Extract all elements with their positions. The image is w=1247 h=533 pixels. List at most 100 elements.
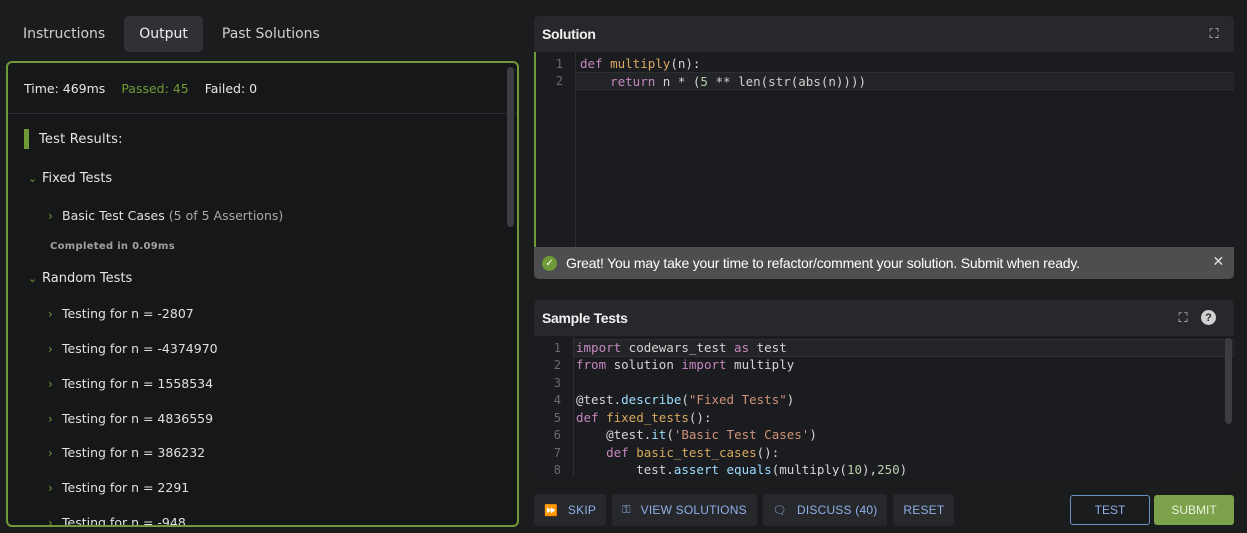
expand-icon[interactable]: ⛶: [1206, 26, 1222, 42]
test-stats: Time: 469ms Passed: 45 Failed: 0: [8, 63, 517, 114]
solution-header-icons: ⛶: [1206, 26, 1222, 42]
solution-header: Solution: [534, 16, 1234, 52]
code-line: def multiply(n):: [580, 56, 701, 71]
output-panel: Time: 469ms Passed: 45 Failed: 0 Test Re…: [6, 61, 519, 527]
chevron-right-icon: ›: [48, 515, 53, 527]
line-number: 1: [555, 57, 563, 71]
line-number: 2: [553, 358, 561, 372]
passed-stat: Passed: 45: [121, 80, 189, 96]
random-test-label: Testing for n = -4374970: [62, 341, 218, 356]
line-number: 6: [553, 428, 561, 442]
random-test-label: Testing for n = 1558534: [62, 376, 214, 391]
random-test-item[interactable]: › Testing for n = 1558534: [48, 376, 213, 391]
basic-test-cases-item[interactable]: › Basic Test Cases (5 of 5 Assertions): [48, 208, 283, 223]
reset-button[interactable]: RESET: [893, 494, 955, 526]
sample-tests-header: Sample Tests: [534, 300, 1234, 336]
check-circle-icon: ✓: [542, 255, 557, 271]
sample-tests-title: Sample Tests: [542, 310, 628, 326]
comments-icon: 🗨: [772, 504, 787, 517]
output-scrollbar[interactable]: [507, 67, 514, 227]
test-button[interactable]: TEST: [1070, 495, 1150, 525]
results-header-bar: [24, 129, 29, 149]
line-number: 7: [553, 446, 561, 460]
time-stat: Time: 469ms: [24, 80, 106, 96]
random-test-item[interactable]: › Testing for n = -2807: [48, 306, 194, 321]
discuss-button[interactable]: 🗨 DISCUSS (40): [762, 494, 888, 526]
sample-tests-header-icons: ⛶ ?: [1175, 310, 1216, 326]
success-banner: ✓ Great! You may take your time to refac…: [534, 247, 1234, 279]
tab-bar: Instructions Output Past Solutions: [8, 16, 335, 52]
line-number: 3: [553, 376, 561, 390]
app: Instructions Output Past Solutions Time:…: [0, 0, 1247, 533]
solution-panel: Solution ⛶ 1 2 def multiply(n): return n…: [534, 16, 1234, 279]
sample-tests-editor[interactable]: 1 2 3 4 5 6 7 8 import codewars_test as …: [534, 336, 1234, 476]
code-line: @test.describe("Fixed Tests"): [576, 392, 795, 407]
success-message: Great! You may take your time to refacto…: [566, 255, 1080, 271]
close-icon[interactable]: ✕: [1212, 253, 1224, 270]
code-line: from solution import multiply: [576, 357, 795, 372]
sample-tests-panel: Sample Tests ⛶ ? 1 2 3 4 5 6 7 8 import …: [534, 300, 1234, 476]
random-tests-label: Random Tests: [42, 271, 133, 286]
submit-button[interactable]: SUBMIT: [1154, 495, 1234, 525]
code-line: def basic_test_cases():: [606, 445, 780, 460]
unlock-icon: ⚿: [622, 503, 631, 516]
code-line: test.assert_equals(multiply(10),250): [576, 462, 908, 476]
line-number: 1: [553, 341, 561, 355]
random-test-item[interactable]: › Testing for n = 386232: [48, 445, 205, 460]
tab-past-solutions[interactable]: Past Solutions: [207, 16, 335, 52]
random-test-label: Testing for n = -2807: [62, 306, 194, 321]
help-icon[interactable]: ?: [1201, 310, 1216, 325]
random-test-item[interactable]: › Testing for n = 4836559: [48, 411, 213, 426]
chevron-down-icon: ⌄: [28, 272, 38, 285]
basic-test-cases-label: Basic Test Cases: [62, 208, 165, 223]
chevron-right-icon: ›: [48, 306, 53, 321]
tab-instructions[interactable]: Instructions: [8, 16, 120, 52]
line-number: 8: [553, 463, 561, 476]
line-number: 5: [553, 411, 561, 425]
solution-title: Solution: [542, 26, 596, 42]
code-line: def fixed_tests():: [576, 410, 712, 425]
solution-editor[interactable]: 1 2 def multiply(n): return n * (5 ** le…: [534, 52, 1234, 247]
completed-time: Completed in 0.09ms: [50, 241, 175, 252]
chevron-right-icon: ›: [48, 480, 53, 495]
fixed-tests-label: Fixed Tests: [42, 171, 113, 186]
test-results: Test Results: ⌄ Fixed Tests › Basic Test…: [8, 115, 503, 525]
code-line: @test.it('Basic Test Cases'): [576, 427, 817, 442]
random-test-label: Testing for n = 2291: [62, 480, 190, 495]
results-header: Test Results:: [24, 129, 123, 149]
code-line: return n * (5 ** len(str(abs(n)))): [610, 74, 867, 89]
action-bar: ⏩ SKIP ⚿ VIEW SOLUTIONS 🗨 DISCUSS (40) R…: [534, 494, 955, 526]
chevron-right-icon: ›: [48, 411, 53, 426]
line-gutter: 1 2 3 4 5 6 7 8: [534, 336, 574, 476]
random-tests-group[interactable]: ⌄ Random Tests: [28, 271, 132, 286]
random-test-item[interactable]: › Testing for n = -948: [48, 515, 186, 527]
chevron-down-icon: ⌄: [28, 172, 38, 185]
line-number: 4: [553, 393, 561, 407]
view-solutions-label: VIEW SOLUTIONS: [640, 503, 747, 517]
chevron-right-icon: ›: [48, 445, 53, 460]
failed-stat: Failed: 0: [204, 80, 258, 96]
chevron-right-icon: ›: [48, 208, 53, 223]
random-test-label: Testing for n = 386232: [62, 445, 206, 460]
random-test-item[interactable]: › Testing for n = -4374970: [48, 341, 218, 356]
reset-label: RESET: [903, 503, 945, 517]
left-panel: Instructions Output Past Solutions Time:…: [0, 0, 527, 533]
assertions-count: (5 of 5 Assertions): [168, 208, 284, 223]
results-header-label: Test Results:: [39, 131, 123, 147]
skip-label: SKIP: [567, 503, 597, 517]
code-line: import codewars_test as test: [576, 340, 787, 355]
random-test-label: Testing for n = -948: [62, 515, 186, 527]
view-solutions-button[interactable]: ⚿ VIEW SOLUTIONS: [612, 494, 757, 526]
sample-tests-scrollbar[interactable]: [1225, 338, 1232, 424]
skip-button[interactable]: ⏩ SKIP: [534, 494, 607, 526]
fixed-tests-group[interactable]: ⌄ Fixed Tests: [28, 171, 112, 186]
line-gutter: 1 2: [536, 52, 576, 247]
chevron-right-icon: ›: [48, 376, 53, 391]
discuss-label: DISCUSS (40): [796, 503, 878, 517]
fast-forward-icon: ⏩: [544, 504, 558, 517]
line-number: 2: [555, 74, 563, 88]
random-test-label: Testing for n = 4836559: [62, 411, 214, 426]
expand-icon[interactable]: ⛶: [1175, 310, 1191, 326]
random-test-item[interactable]: › Testing for n = 2291: [48, 480, 189, 495]
tab-output[interactable]: Output: [124, 16, 203, 52]
